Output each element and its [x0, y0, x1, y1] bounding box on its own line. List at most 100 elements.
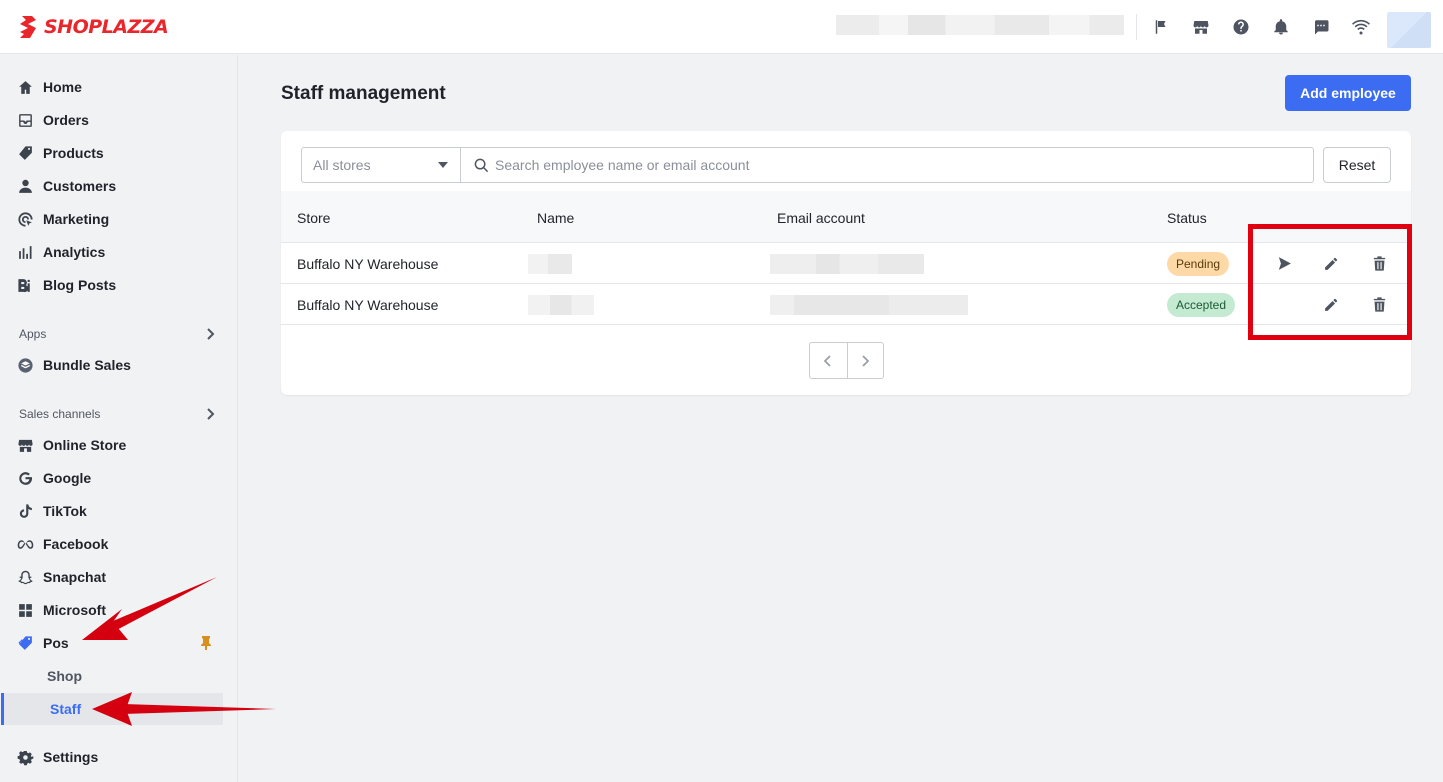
sidebar-item-label: Settings [43, 749, 99, 765]
sidebar: Home Orders Products Customers Marketing… [0, 55, 238, 782]
shoplazza-logo-icon [20, 16, 36, 38]
sidebar-subitem-label: Shop [47, 668, 82, 684]
email-redacted [770, 295, 968, 315]
reset-button[interactable]: Reset [1323, 147, 1391, 183]
sidebar-subitem-staff[interactable]: Staff [1, 693, 223, 725]
table-header: Store Name Email account Status [281, 191, 1411, 243]
table-row: Buffalo NY Warehouse Accepted [281, 284, 1411, 325]
column-header-store: Store [297, 210, 331, 226]
sidebar-item-label: Marketing [43, 211, 110, 227]
store-cell: Buffalo NY Warehouse [297, 256, 439, 272]
store-select[interactable]: All stores [301, 147, 461, 183]
flag-icon[interactable] [1151, 17, 1171, 37]
bell-icon[interactable] [1271, 17, 1291, 37]
sidebar-item-label: Blog Posts [43, 277, 117, 293]
apps-section-title: Apps [19, 327, 47, 341]
chevron-right-icon[interactable] [204, 327, 216, 340]
sidebar-item-label: Google [43, 470, 92, 486]
snapchat-icon [17, 569, 34, 586]
prev-page-button[interactable] [810, 343, 847, 378]
sidebar-item-snapchat[interactable]: Snapchat [0, 561, 238, 593]
store-icon [17, 437, 34, 454]
store-select-value: All stores [313, 157, 371, 173]
top-bar: SHOPLAZZA [0, 0, 1443, 54]
status-badge: Accepted [1167, 293, 1236, 317]
sidebar-item-label: Orders [43, 112, 89, 128]
next-page-button[interactable] [846, 343, 884, 378]
pagination [809, 342, 884, 379]
sidebar-item-label: Online Store [43, 437, 127, 453]
sidebar-item-label: Bundle Sales [43, 357, 131, 373]
sidebar-item-settings[interactable]: Settings [0, 741, 238, 773]
shoplazza-logo[interactable]: SHOPLAZZA [18, 14, 169, 40]
store-cell: Buffalo NY Warehouse [297, 297, 439, 313]
column-header-email: Email account [777, 210, 865, 226]
sidebar-item-analytics[interactable]: Analytics [0, 236, 238, 268]
sidebar-item-home[interactable]: Home [0, 71, 238, 103]
column-header-name: Name [537, 210, 575, 226]
sidebar-item-label: Snapchat [43, 569, 107, 585]
search-input[interactable] [495, 148, 1295, 182]
add-employee-button[interactable]: Add employee [1285, 75, 1411, 111]
pos-tag-icon [17, 635, 34, 652]
topbar-divider [1136, 14, 1137, 40]
tiktok-icon [17, 503, 34, 520]
chevron-left-icon [823, 354, 831, 367]
sidebar-item-marketing[interactable]: Marketing [0, 203, 238, 235]
wifi-icon[interactable] [1351, 17, 1371, 37]
sidebar-item-label: Analytics [43, 244, 106, 260]
sidebar-item-google[interactable]: Google [0, 462, 238, 494]
sidebar-subitem-shop[interactable]: Shop [4, 660, 226, 692]
help-icon[interactable] [1231, 17, 1251, 37]
page-title: Staff management [281, 83, 446, 104]
sidebar-item-online-store[interactable]: Online Store [0, 429, 238, 461]
sidebar-subitem-label: Staff [50, 701, 82, 717]
bundle-icon [17, 357, 34, 374]
sidebar-item-blog-posts[interactable]: Blog Posts [0, 269, 238, 301]
bar-chart-icon [17, 244, 34, 261]
sidebar-item-label: Home [43, 79, 82, 95]
sidebar-item-label: Microsoft [43, 602, 106, 618]
home-icon [17, 79, 34, 96]
sidebar-item-tiktok[interactable]: TikTok [0, 495, 238, 527]
name-redacted [528, 254, 572, 274]
store-icon[interactable] [1191, 17, 1211, 37]
sidebar-item-bundle-sales[interactable]: Bundle Sales [0, 349, 238, 381]
tag-icon [17, 145, 34, 162]
sidebar-item-facebook[interactable]: Facebook [0, 528, 238, 560]
sidebar-item-products[interactable]: Products [0, 137, 238, 169]
email-redacted [770, 254, 924, 274]
chat-icon[interactable] [1311, 17, 1331, 37]
column-header-status: Status [1167, 210, 1207, 226]
sidebar-item-label: Products [43, 145, 104, 161]
store-name-redacted [836, 15, 1124, 35]
sidebar-item-label: Customers [43, 178, 117, 194]
chevron-right-icon[interactable] [204, 407, 216, 420]
inbox-icon [17, 112, 34, 129]
caret-down-icon [438, 162, 448, 168]
chevron-right-icon [862, 354, 870, 367]
name-redacted [528, 295, 594, 315]
gear-icon [17, 749, 34, 766]
sidebar-item-microsoft[interactable]: Microsoft [0, 594, 238, 626]
sidebar-item-orders[interactable]: Orders [0, 104, 238, 136]
table-row: Buffalo NY Warehouse Pending [281, 243, 1411, 284]
sidebar-item-label: Facebook [43, 536, 109, 552]
search-icon [474, 158, 489, 173]
status-badge: Pending [1167, 252, 1230, 276]
blog-icon [17, 277, 34, 294]
action-icons-highlight [1248, 224, 1412, 340]
person-icon [17, 178, 34, 195]
sidebar-item-customers[interactable]: Customers [0, 170, 238, 202]
search-box [460, 147, 1314, 183]
windows-icon [17, 602, 34, 619]
target-icon [17, 211, 34, 228]
staff-table-card: All stores Reset Store Name Email accoun… [281, 131, 1411, 395]
meta-icon [17, 536, 34, 553]
avatar[interactable] [1387, 12, 1431, 48]
sales-channels-section-title: Sales channels [19, 407, 101, 421]
brand-name: SHOPLAZZA [44, 16, 169, 38]
sidebar-item-label: Pos [43, 635, 69, 651]
sidebar-item-label: TikTok [43, 503, 87, 519]
pin-icon[interactable] [199, 635, 213, 651]
